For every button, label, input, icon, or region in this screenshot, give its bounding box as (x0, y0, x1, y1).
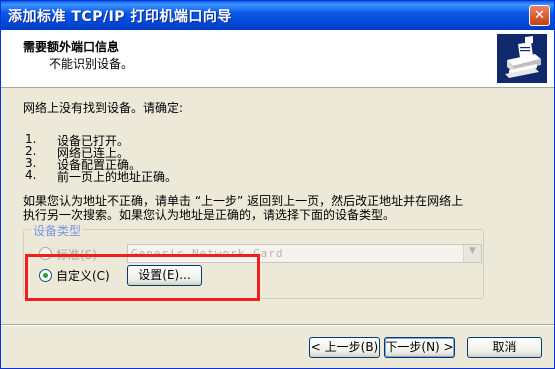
chevron-down-icon: ▼ (469, 246, 476, 256)
title-bar[interactable]: 添加标准 TCP/IP 打印机端口向导 ✕ (1, 1, 554, 30)
intro-text: 网络上没有找到设备。请确定: (23, 101, 184, 115)
next-button[interactable]: 下一步(N) > (384, 337, 455, 358)
window-title: 添加标准 TCP/IP 打印机端口向导 (8, 9, 232, 25)
header-title: 需要额外端口信息 (23, 40, 120, 54)
checklist-num-4: 4. (25, 168, 37, 182)
checklist-item-4: 前一页上的地址正确。 (57, 170, 178, 184)
device-type-legend: 设备类型 (31, 222, 84, 239)
close-button[interactable]: ✕ (529, 5, 550, 26)
note-line-2: 执行另一次搜索。如果您认为地址是正确的，请选择下面的设备类型。 (23, 208, 396, 222)
printer-wizard-icon (497, 34, 547, 83)
header-subtitle: 不能识别设备。 (49, 57, 134, 71)
wizard-window: 添加标准 TCP/IP 打印机端口向导 ✕ 需要额外端口信息 不能识别设备。 网… (0, 0, 555, 369)
dropdown-button[interactable]: ▼ (463, 245, 481, 262)
cancel-button[interactable]: 取消 (467, 337, 542, 358)
footer-divider (1, 324, 554, 326)
wizard-header: 需要额外端口信息 不能识别设备。 (1, 30, 554, 88)
close-icon: ✕ (534, 8, 545, 23)
annotation-highlight-box (25, 254, 260, 301)
back-button[interactable]: < 上一步(B) (309, 337, 380, 358)
